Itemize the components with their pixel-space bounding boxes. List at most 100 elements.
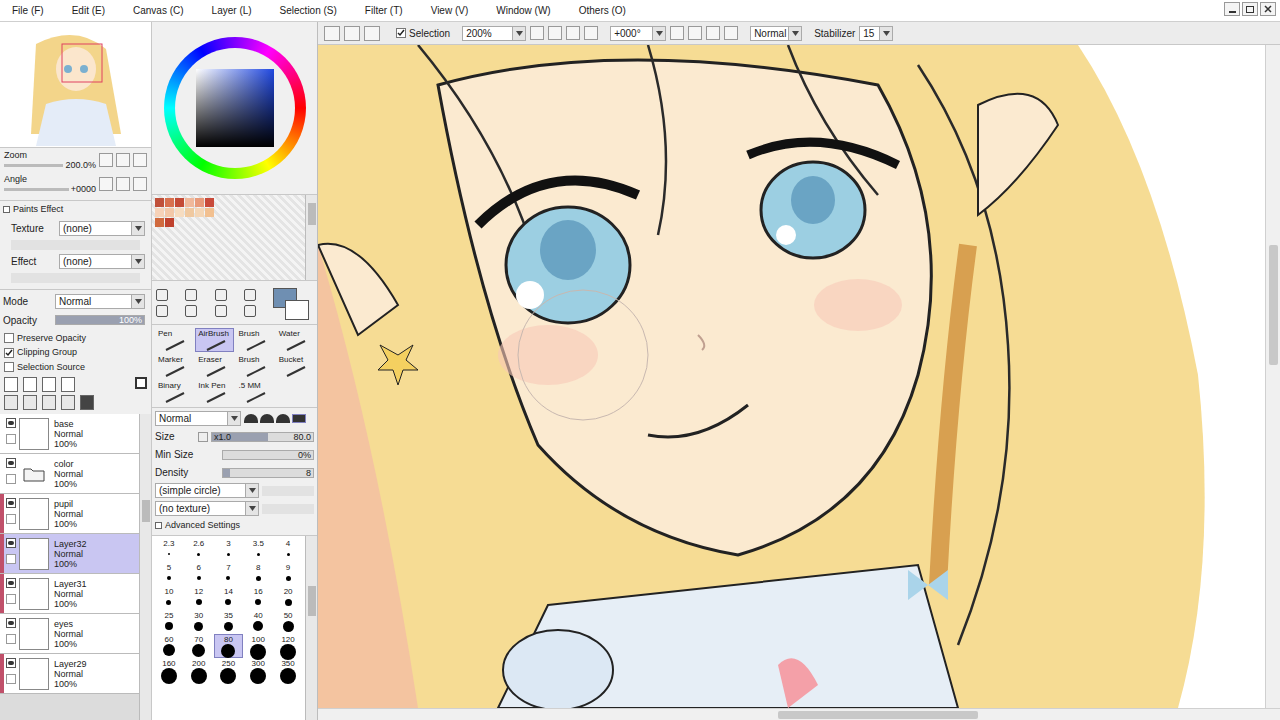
brush-size-cell[interactable]: 7 — [214, 562, 244, 586]
brush-size-cell[interactable]: 70 — [184, 634, 214, 658]
brush-size-cell[interactable]: 30 — [184, 610, 214, 634]
color-swatch[interactable] — [205, 208, 214, 217]
menu-item[interactable]: View (V) — [423, 3, 477, 18]
color-swatch[interactable] — [165, 218, 174, 227]
layer-menu-icon[interactable] — [135, 377, 147, 389]
checkbox[interactable] — [4, 348, 14, 358]
menu-item[interactable]: Edit (E) — [64, 3, 113, 18]
brush-size-cell[interactable]: 12 — [184, 586, 214, 610]
minimize-icon[interactable] — [1224, 2, 1240, 16]
zoom-step-button[interactable] — [566, 26, 580, 40]
dropdown-arrow-icon[interactable] — [131, 295, 144, 308]
canvas[interactable] — [318, 45, 1265, 708]
brush-size-cell[interactable]: 20 — [273, 586, 303, 610]
rotate-step-button[interactable] — [688, 26, 702, 40]
brush-size-cell[interactable]: 200 — [184, 658, 214, 682]
menu-item[interactable]: Window (W) — [488, 3, 558, 18]
color-swatch[interactable] — [205, 198, 214, 207]
saturation-value-square[interactable] — [196, 69, 274, 147]
brush-size-cell[interactable]: 50 — [273, 610, 303, 634]
brush-size-cell[interactable]: 60 — [154, 634, 184, 658]
color-swatch[interactable] — [185, 208, 194, 217]
brush-size-cell[interactable]: 8 — [243, 562, 273, 586]
tool-button[interactable]: Eraser — [195, 354, 233, 378]
navigator[interactable] — [0, 22, 151, 148]
color-swatch[interactable] — [185, 198, 194, 207]
menu-item[interactable]: Canvas (C) — [125, 3, 192, 18]
tool-button[interactable]: .5 MM — [236, 380, 274, 404]
tool-button[interactable]: Marker — [155, 354, 193, 378]
visibility-eye-icon[interactable] — [6, 578, 16, 588]
lasso-icon[interactable] — [185, 289, 197, 301]
tool-button[interactable]: Water — [276, 328, 314, 352]
rotate-icon[interactable] — [215, 305, 227, 317]
vertical-scrollbar[interactable] — [1265, 45, 1280, 708]
option-row[interactable]: Clipping Group — [4, 346, 147, 360]
layer-action-icon[interactable] — [61, 395, 75, 410]
dropdown-arrow-icon[interactable] — [245, 502, 258, 515]
tool-button[interactable]: Binary — [155, 380, 193, 404]
zoom-button[interactable] — [99, 177, 113, 191]
view-button[interactable] — [364, 26, 380, 41]
dropdown[interactable]: 15 — [859, 26, 893, 41]
zoom-button[interactable] — [116, 153, 130, 167]
brush-size-cell[interactable]: 14 — [214, 586, 244, 610]
color-swatch[interactable] — [155, 198, 164, 207]
brush-size-cell[interactable]: 4 — [273, 538, 303, 562]
zoom-icon[interactable] — [185, 305, 197, 317]
move-icon[interactable] — [156, 305, 168, 317]
brush-size-cell[interactable]: 350 — [273, 658, 303, 682]
new-layer-icon[interactable] — [23, 377, 37, 392]
tool-button[interactable]: AirBrush — [195, 328, 233, 352]
rotate-step-button[interactable] — [670, 26, 684, 40]
color-swatch[interactable] — [195, 208, 204, 217]
dropdown[interactable]: Normal — [55, 294, 145, 309]
zoom-step-button[interactable] — [530, 26, 544, 40]
visibility-eye-icon[interactable] — [6, 458, 16, 468]
layer-row[interactable]: pupilNormal100% — [0, 494, 139, 534]
brush-size-cell[interactable]: 10 — [154, 586, 184, 610]
dropdown[interactable]: +000° — [610, 26, 666, 41]
tool-button[interactable]: Brush — [236, 354, 274, 378]
dropdown-arrow-icon[interactable] — [788, 27, 801, 40]
layer-row[interactable]: Layer32Normal100% — [0, 534, 139, 574]
color-swatch[interactable] — [175, 208, 184, 217]
color-wheel[interactable] — [152, 22, 317, 194]
brush-size-cell[interactable]: 80 — [214, 634, 244, 658]
brush-size-cell[interactable]: 2.6 — [184, 538, 214, 562]
zoom-button[interactable] — [133, 177, 147, 191]
brush-size-cell[interactable]: 3 — [214, 538, 244, 562]
dropdown[interactable]: (none) — [59, 221, 145, 236]
horizontal-scrollbar[interactable] — [318, 708, 1280, 720]
color-swatch[interactable] — [165, 198, 174, 207]
brush-size-cell[interactable]: 3.5 — [243, 538, 273, 562]
color-swatch[interactable] — [165, 208, 174, 217]
brush-size-cell[interactable]: 160 — [154, 658, 184, 682]
selection-toggle[interactable]: Selection — [396, 26, 450, 41]
background-color[interactable] — [285, 300, 309, 320]
visibility-eye-icon[interactable] — [6, 538, 16, 548]
collapse-icon[interactable] — [3, 206, 10, 213]
dropdown[interactable]: Normal — [750, 26, 802, 41]
size-multiplier[interactable] — [198, 432, 208, 442]
tip-shape-icon[interactable] — [276, 414, 290, 423]
visibility-eye-icon[interactable] — [6, 418, 16, 428]
color-swatch[interactable] — [155, 218, 164, 227]
zoom-step-button[interactable] — [584, 26, 598, 40]
visibility-eye-icon[interactable] — [6, 658, 16, 668]
dropdown-arrow-icon[interactable] — [245, 484, 258, 497]
tool-button[interactable]: Brush — [236, 328, 274, 352]
brush-size-cell[interactable]: 5 — [154, 562, 184, 586]
visibility-eye-icon[interactable] — [6, 498, 16, 508]
dropdown-arrow-icon[interactable] — [227, 412, 240, 425]
brush-size-cell[interactable]: 250 — [214, 658, 244, 682]
dropdown-arrow-icon[interactable] — [879, 27, 892, 40]
layer-row[interactable]: baseNormal100% — [0, 414, 139, 454]
dropdown-arrow-icon[interactable] — [512, 27, 525, 40]
dropdown[interactable]: (simple circle) — [155, 483, 259, 498]
close-icon[interactable] — [1260, 2, 1276, 16]
tip-shape-icon[interactable] — [244, 414, 258, 423]
zoom-button[interactable] — [99, 153, 113, 167]
layer-action-icon[interactable] — [80, 395, 94, 410]
brush-size-cell[interactable]: 35 — [214, 610, 244, 634]
